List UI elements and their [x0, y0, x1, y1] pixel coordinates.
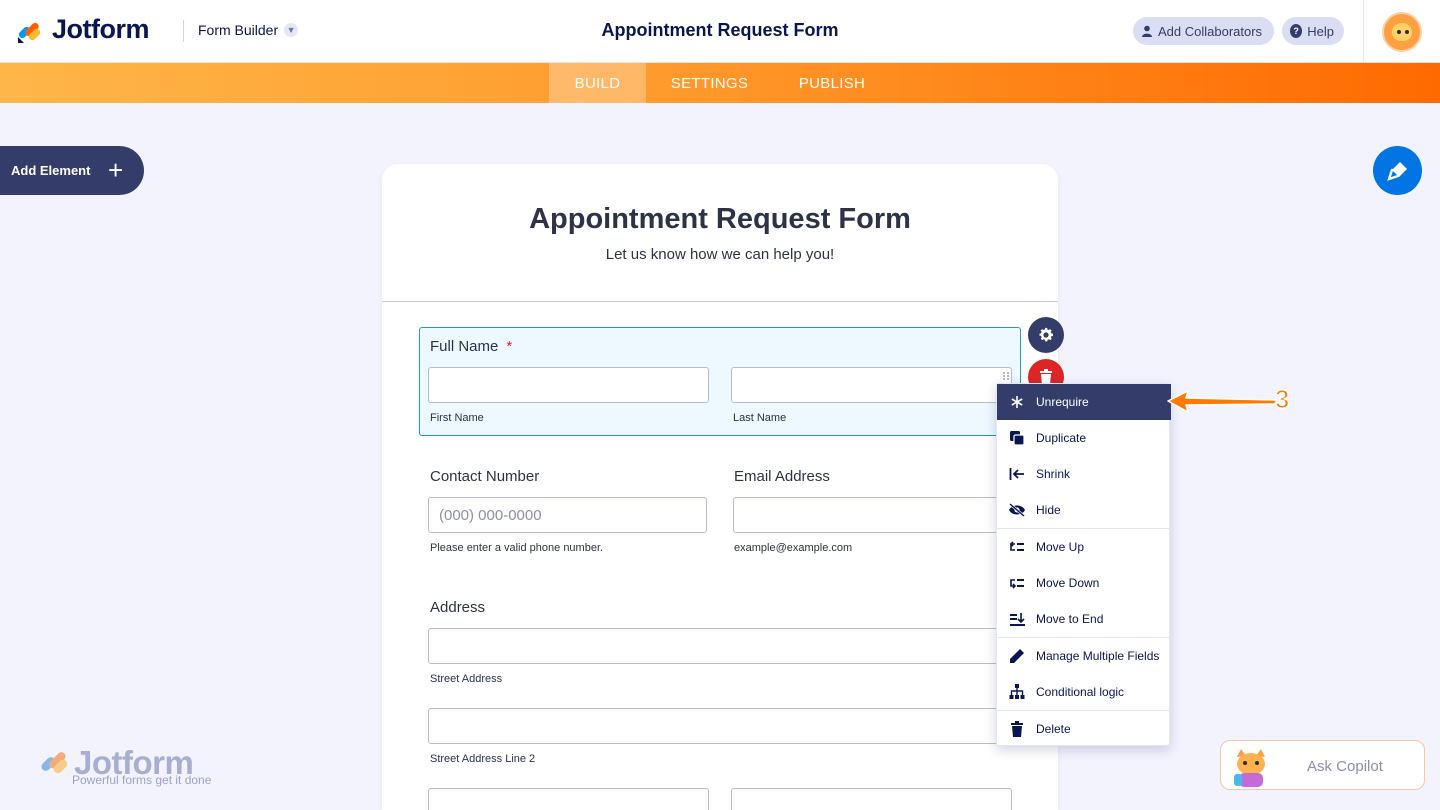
- jotform-logo[interactable]: Jotform: [16, 14, 150, 45]
- state-input[interactable]: [731, 788, 1012, 810]
- annotation-step-number: 3: [1274, 383, 1290, 415]
- menu-item-move-to-end[interactable]: Move to End: [997, 601, 1171, 637]
- user-icon: [1142, 25, 1152, 37]
- first-name-input[interactable]: [428, 367, 709, 403]
- watermark-tagline: Powerful forms get it done: [72, 773, 212, 787]
- field-properties-button[interactable]: [1028, 317, 1064, 353]
- street-address-input[interactable]: [428, 628, 1023, 664]
- tab-settings[interactable]: SETTINGS: [657, 63, 762, 103]
- first-name-sublabel: First Name: [430, 412, 484, 424]
- menu-item-conditional-logic[interactable]: Conditional logic: [997, 674, 1171, 710]
- plus-icon: +: [108, 155, 124, 185]
- menu-item-move-up[interactable]: Move Up: [997, 529, 1171, 565]
- shrink-icon: [1009, 468, 1024, 480]
- jotform-watermark-logo-icon: [41, 752, 68, 774]
- form-title[interactable]: Appointment Request Form: [382, 203, 1058, 236]
- header-divider-right: [1363, 0, 1364, 63]
- tab-build[interactable]: BUILD: [549, 63, 646, 103]
- email-sublabel: example@example.com: [734, 542, 853, 554]
- move-up-icon: [1009, 541, 1024, 551]
- menu-item-delete[interactable]: Delete: [997, 711, 1171, 747]
- menu-item-hide[interactable]: Hide: [997, 492, 1171, 528]
- jotform-logo-icon: [18, 22, 41, 43]
- street-address-line2-sublabel: Street Address Line 2: [430, 753, 536, 765]
- builder-nav: BUILD SETTINGS PUBLISH: [0, 63, 1440, 103]
- gear-icon: [1039, 327, 1054, 342]
- required-asterisk: *: [506, 338, 513, 355]
- full-name-label[interactable]: Full Name *: [430, 338, 512, 355]
- form-builder-dropdown[interactable]: Form Builder ▼: [198, 22, 299, 38]
- ask-copilot-button[interactable]: Ask Copilot: [1220, 740, 1425, 790]
- add-element-button[interactable]: Add Element +: [0, 146, 144, 195]
- menu-item-move-down[interactable]: Move Down: [997, 565, 1171, 601]
- help-button[interactable]: ? Help: [1282, 17, 1344, 45]
- add-collaborators-button[interactable]: Add Collaborators: [1133, 17, 1274, 45]
- form-card: Appointment Request Form Let us know how…: [382, 164, 1058, 810]
- city-input[interactable]: [428, 788, 709, 810]
- form-designer-button[interactable]: [1373, 146, 1422, 195]
- last-name-sublabel: Last Name: [733, 412, 787, 424]
- ask-copilot-label: Ask Copilot: [1307, 758, 1383, 775]
- menu-item-unrequire[interactable]: Unrequire: [997, 384, 1171, 420]
- header-divider: [183, 20, 184, 42]
- tab-publish[interactable]: PUBLISH: [786, 63, 878, 103]
- brand-name: Jotform: [52, 14, 150, 44]
- move-end-icon: [1009, 613, 1025, 626]
- sitemap-icon: [1009, 684, 1024, 699]
- annotation-arrow: [1167, 390, 1277, 413]
- contact-number-label[interactable]: Contact Number: [430, 468, 539, 485]
- contact-sublabel: Please enter a valid phone number.: [430, 542, 604, 554]
- form-builder-label: Form Builder: [198, 22, 279, 38]
- email-input[interactable]: [733, 497, 1023, 533]
- menu-item-shrink[interactable]: Shrink: [997, 456, 1171, 492]
- duplicate-icon: [1009, 431, 1025, 446]
- street-address-line2-input[interactable]: [428, 708, 1023, 744]
- drag-handle-icon[interactable]: [1002, 371, 1010, 381]
- paint-roller-icon: [1386, 161, 1407, 181]
- question-icon: ?: [1290, 24, 1303, 38]
- contact-number-input[interactable]: (000) 000-0000: [428, 497, 707, 533]
- menu-item-manage-multiple-fields[interactable]: Manage Multiple Fields: [997, 638, 1171, 674]
- street-address-sublabel: Street Address: [430, 673, 503, 685]
- avatar-face: [1392, 23, 1412, 41]
- help-label: Help: [1307, 23, 1334, 39]
- add-element-label: Add Element: [11, 163, 91, 178]
- pencil-icon: [1009, 649, 1024, 663]
- trash-icon: [1010, 721, 1023, 737]
- move-down-icon: [1009, 579, 1024, 589]
- eye-off-icon: [1008, 503, 1025, 517]
- last-name-input[interactable]: [731, 367, 1012, 403]
- menu-item-duplicate[interactable]: Duplicate: [997, 420, 1171, 456]
- app-header: Jotform Form Builder ▼ Appointment Reque…: [0, 0, 1440, 63]
- add-collaborators-label: Add Collaborators: [1158, 23, 1263, 39]
- chevron-down-icon: ▼: [284, 23, 299, 37]
- user-avatar[interactable]: [1382, 12, 1422, 52]
- copilot-cat-icon: [1234, 749, 1265, 787]
- form-subtitle[interactable]: Let us know how we can help you!: [382, 246, 1058, 263]
- header-divider-line: [382, 301, 1058, 302]
- field-context-menu: Unrequire Duplicate Shrink Hide Move Up …: [996, 383, 1171, 747]
- asterisk-icon: [1010, 396, 1023, 408]
- contact-placeholder: (000) 000-0000: [439, 506, 542, 524]
- address-label[interactable]: Address: [430, 599, 485, 616]
- email-address-label[interactable]: Email Address: [734, 468, 830, 485]
